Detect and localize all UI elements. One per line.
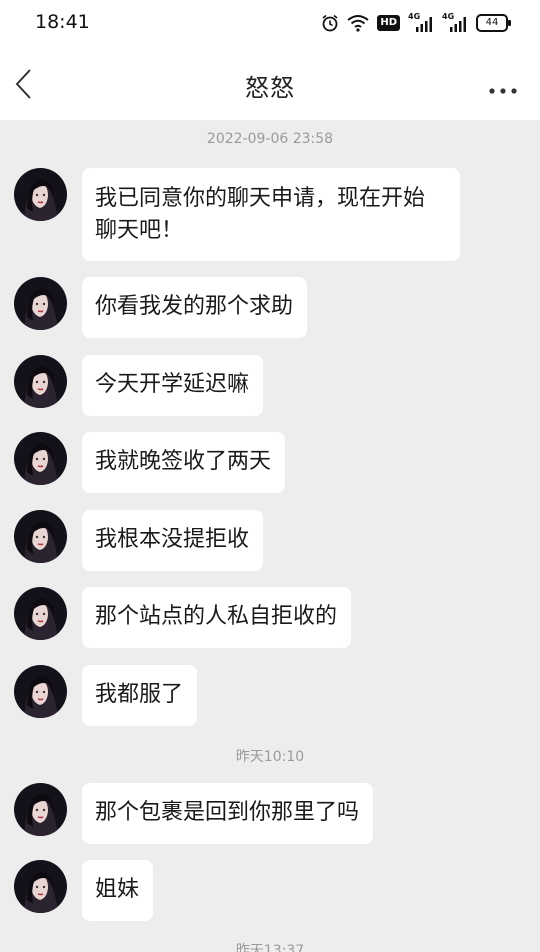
avatar[interactable]	[14, 355, 67, 408]
message-bubble[interactable]: 你看我发的那个求助	[82, 277, 308, 338]
message-timestamp: 昨天13:37	[235, 943, 305, 952]
avatar[interactable]	[14, 168, 67, 221]
status-icons: HD 4G 4G 44	[321, 12, 511, 34]
battery-icon: 44	[476, 14, 511, 32]
avatar[interactable]	[14, 277, 67, 330]
avatar[interactable]	[14, 510, 67, 563]
message-timestamp: 2022-09-06 23:58	[206, 131, 334, 147]
chat-message-list[interactable]: 2022-09-06 23:58 我已同意你的聊天申请，现在开始聊天吧！ 你看我…	[0, 120, 540, 952]
message-timestamp: 昨天10:10	[235, 749, 305, 765]
hd-icon: HD	[377, 15, 400, 31]
message-bubble[interactable]: 今天开学延迟嘛	[82, 355, 264, 416]
avatar[interactable]	[14, 587, 67, 640]
message-bubble[interactable]: 那个站点的人私自拒收的	[82, 587, 352, 648]
page-title: 怒怒	[245, 74, 295, 102]
avatar[interactable]	[14, 665, 67, 718]
signal-4g-icon: 4G	[408, 12, 434, 32]
wifi-icon	[347, 14, 369, 32]
message-bubble[interactable]: 姐妹	[82, 860, 154, 921]
avatar[interactable]	[14, 860, 67, 913]
more-dots-icon[interactable]	[488, 80, 518, 94]
alarm-icon	[321, 14, 339, 32]
message-bubble[interactable]: 我已同意你的聊天申请，现在开始聊天吧！	[82, 168, 460, 261]
avatar[interactable]	[14, 783, 67, 836]
message-bubble[interactable]: 我就晚签收了两天	[82, 432, 286, 493]
signal-4g-icon: 4G	[442, 12, 468, 32]
status-bar: 18:41 HD 4G 4G 44	[0, 0, 540, 48]
message-bubble[interactable]: 那个包裹是回到你那里了吗	[82, 783, 374, 844]
avatar[interactable]	[14, 432, 67, 485]
status-time: 18:41	[35, 11, 90, 33]
message-bubble[interactable]: 我根本没提拒收	[82, 510, 264, 571]
chat-header: 怒怒	[0, 48, 540, 120]
message-bubble[interactable]: 我都服了	[82, 665, 198, 726]
